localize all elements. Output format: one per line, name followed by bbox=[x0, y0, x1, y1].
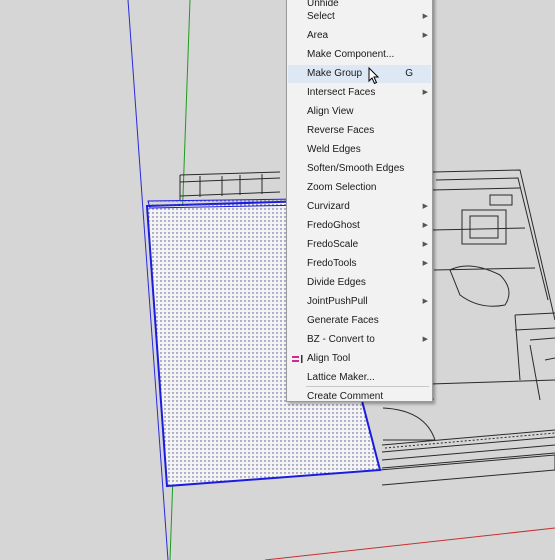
menu-item-fredoghost[interactable]: FredoGhost ▶ bbox=[288, 217, 431, 235]
menu-item-weld-edges[interactable]: Weld Edges bbox=[288, 141, 431, 159]
submenu-arrow-icon: ▶ bbox=[422, 336, 428, 343]
menu-item-label: JointPushPull bbox=[307, 296, 368, 307]
menu-item-label: Make Group bbox=[307, 68, 363, 79]
menu-item-label: Lattice Maker... bbox=[307, 372, 375, 383]
submenu-arrow-icon: ▶ bbox=[422, 203, 428, 210]
menu-item-label: FredoTools bbox=[307, 258, 357, 269]
menu-item-label: BZ - Convert to bbox=[307, 334, 375, 345]
menu-item-soften-smooth-edges[interactable]: Soften/Smooth Edges bbox=[288, 160, 431, 178]
submenu-arrow-icon: ▶ bbox=[422, 89, 428, 96]
menu-item-label: Align View bbox=[307, 106, 354, 117]
submenu-arrow-icon: ▶ bbox=[422, 298, 428, 305]
menu-item-create-comment[interactable]: Create Comment bbox=[288, 388, 431, 406]
submenu-arrow-icon: ▶ bbox=[422, 32, 428, 39]
menu-item-divide-edges[interactable]: Divide Edges bbox=[288, 274, 431, 292]
menu-separator bbox=[306, 386, 429, 387]
menu-item-label: Make Component... bbox=[307, 49, 395, 60]
menu-item-label: Soften/Smooth Edges bbox=[307, 163, 405, 174]
menu-item-reverse-faces[interactable]: Reverse Faces bbox=[288, 122, 431, 140]
mouse-pointer-icon bbox=[368, 67, 380, 85]
menu-item-bz-convert-to[interactable]: BZ - Convert to ▶ bbox=[288, 331, 431, 349]
menu-item-label: Generate Faces bbox=[307, 315, 379, 326]
menu-item-intersect-faces[interactable]: Intersect Faces ▶ bbox=[288, 84, 431, 102]
menu-item-label: Curvizard bbox=[307, 201, 350, 212]
menu-item-label: Weld Edges bbox=[307, 144, 361, 155]
menu-item-align-tool[interactable]: Align Tool bbox=[288, 350, 431, 368]
menu-item-zoom-selection[interactable]: Zoom Selection bbox=[288, 179, 431, 197]
menu-item-label: Create Comment bbox=[307, 391, 384, 402]
submenu-arrow-icon: ▶ bbox=[422, 260, 428, 267]
menu-item-select[interactable]: Select ▶ bbox=[288, 8, 431, 26]
menu-item-make-component[interactable]: Make Component... bbox=[288, 46, 431, 64]
menu-item-label: Zoom Selection bbox=[307, 182, 377, 193]
menu-item-align-view[interactable]: Align View bbox=[288, 103, 431, 121]
menu-item-label: Area bbox=[307, 30, 329, 41]
3d-viewport[interactable] bbox=[0, 0, 555, 560]
menu-item-lattice-maker[interactable]: Lattice Maker... bbox=[288, 369, 431, 387]
menu-item-label: FredoGhost bbox=[307, 220, 360, 231]
menu-item-label: Intersect Faces bbox=[307, 87, 376, 98]
menu-item-make-group[interactable]: Make Group G bbox=[288, 65, 431, 83]
menu-item-fredoscale[interactable]: FredoScale ▶ bbox=[288, 236, 431, 254]
menu-item-label: Align Tool bbox=[307, 353, 351, 364]
menu-item-area[interactable]: Area ▶ bbox=[288, 27, 431, 45]
menu-item-label: Divide Edges bbox=[307, 277, 366, 288]
submenu-arrow-icon: ▶ bbox=[422, 241, 428, 248]
menu-item-curvizard[interactable]: Curvizard ▶ bbox=[288, 198, 431, 216]
menu-item-jointpushpull[interactable]: JointPushPull ▶ bbox=[288, 293, 431, 311]
align-tool-icon bbox=[292, 355, 303, 363]
menu-item-label: FredoScale bbox=[307, 239, 359, 250]
context-menu: Unhide Select ▶ Area ▶ Make Component... M… bbox=[286, 0, 433, 402]
submenu-arrow-icon: ▶ bbox=[422, 222, 428, 229]
menu-item-fredotools[interactable]: FredoTools ▶ bbox=[288, 255, 431, 273]
menu-item-label: Reverse Faces bbox=[307, 125, 375, 136]
submenu-arrow-icon: ▶ bbox=[422, 13, 428, 20]
menu-item-shortcut: G bbox=[405, 68, 413, 79]
menu-item-label: Select bbox=[307, 11, 335, 22]
menu-item-generate-faces[interactable]: Generate Faces bbox=[288, 312, 431, 330]
